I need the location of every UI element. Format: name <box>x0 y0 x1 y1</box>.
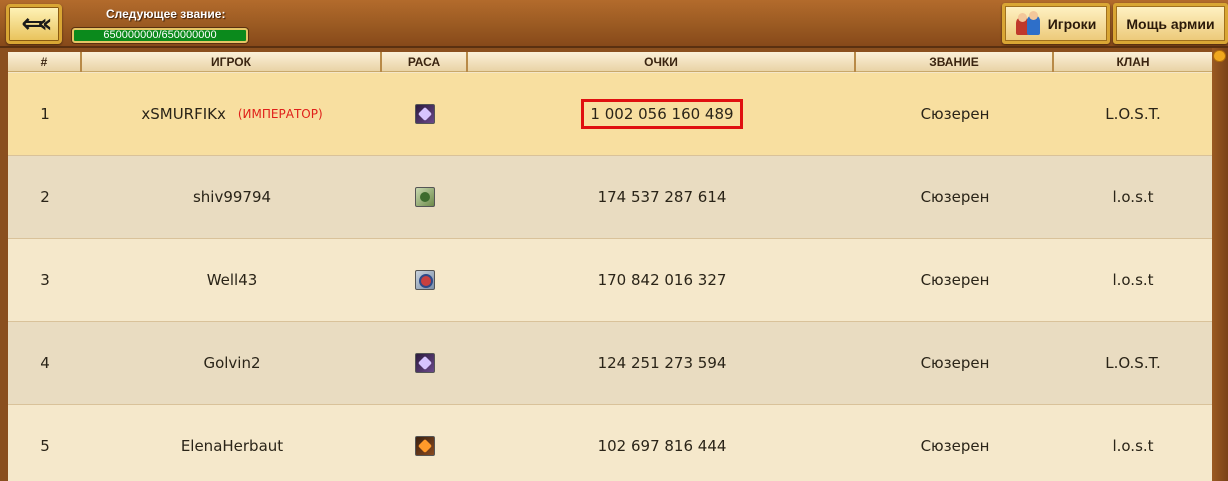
clan-name[interactable]: l.o.s.t <box>1054 239 1212 321</box>
race-icon <box>415 353 435 373</box>
row-number: 1 <box>40 105 50 123</box>
score-value: 174 537 287 614 <box>597 188 727 206</box>
player-cell[interactable]: Golvin2 <box>82 322 382 404</box>
column-header-clan: КЛАН <box>1116 55 1150 69</box>
top-bar: ⇐‹‹ Следующее звание: 650000000/65000000… <box>0 0 1228 48</box>
score-cell: 124 251 273 594 <box>468 322 856 404</box>
score-cell: 170 842 016 327 <box>468 239 856 321</box>
row-number: 5 <box>40 437 50 455</box>
rank-title: Сюзерен <box>920 105 990 123</box>
row-number: 3 <box>40 271 50 289</box>
column-header-player: ИГРОК <box>82 52 382 72</box>
clan-name[interactable]: L.O.S.T. <box>1054 73 1212 155</box>
score-value: 170 842 016 327 <box>597 271 727 289</box>
table-row[interactable]: 4 Golvin2 124 251 273 594 Сюзерен L.O.S.T. <box>8 322 1212 405</box>
rank-title: Сюзерен <box>920 271 990 289</box>
rank-title: Сюзерен <box>920 354 990 372</box>
rank-progress-bar: 650000000/650000000 <box>72 28 248 43</box>
column-header-rank: ЗВАНИЕ <box>856 52 1054 72</box>
score-cell: 1 002 056 160 489 <box>468 73 856 155</box>
race-cell <box>382 156 468 238</box>
player-title: (ИМПЕРАТОР) <box>237 107 323 121</box>
next-rank-panel: Следующее звание: 650000000/650000000 <box>72 4 252 44</box>
race-cell <box>382 322 468 404</box>
army-power-button-label: Мощь армии <box>1126 15 1215 32</box>
player-cell[interactable]: shiv99794 <box>82 156 382 238</box>
table-row[interactable]: 2 shiv99794 174 537 287 614 Сюзерен l.o.s.t <box>8 156 1212 239</box>
score-value: 102 697 816 444 <box>597 437 727 455</box>
race-cell <box>382 239 468 321</box>
score-cell: 102 697 816 444 <box>468 405 856 481</box>
player-cell[interactable]: xSMURFIKx (ИМПЕРАТОР) <box>82 73 382 155</box>
players-button-label: Игроки <box>1047 15 1097 32</box>
scrollbar-track[interactable] <box>1212 48 1228 481</box>
next-rank-label: Следующее звание: <box>106 7 226 21</box>
table-header: # ИГРОК РАСА ОЧКИ ЗВАНИЕ КЛАН <box>8 52 1212 72</box>
player-name[interactable]: Well43 <box>207 271 258 289</box>
back-arrow-icon: ⇐‹‹ <box>21 9 52 39</box>
race-icon <box>415 187 435 207</box>
rank-title: Сюзерен <box>920 437 990 455</box>
player-cell[interactable]: ElenaHerbaut <box>82 405 382 481</box>
table-row[interactable]: 1 xSMURFIKx (ИМПЕРАТОР) 1 002 056 160 489 Сю… <box>8 73 1212 156</box>
column-header-race: РАСА <box>382 52 468 72</box>
scrollbar-thumb[interactable] <box>1213 50 1226 62</box>
rank-title: Сюзерен <box>920 188 990 206</box>
table-row[interactable]: 5 ElenaHerbaut 102 697 816 444 Сюзерен l.o.s… <box>8 405 1212 481</box>
army-power-button[interactable]: Мощь армии <box>1113 3 1228 44</box>
back-button[interactable]: ⇐‹‹ <box>6 4 62 44</box>
rank-progress-text: 650000000/650000000 <box>103 29 217 41</box>
clan-name[interactable]: l.o.s.t <box>1054 156 1212 238</box>
player-name[interactable]: ElenaHerbaut <box>181 437 283 455</box>
players-button[interactable]: Игроки <box>1002 3 1110 44</box>
column-header-score: ОЧКИ <box>468 52 856 72</box>
race-icon <box>415 270 435 290</box>
row-number: 4 <box>40 354 50 372</box>
race-icon <box>415 436 435 456</box>
clan-name[interactable]: L.O.S.T. <box>1054 322 1212 404</box>
race-cell <box>382 73 468 155</box>
players-icon <box>1015 10 1042 35</box>
player-name[interactable]: Golvin2 <box>203 354 260 372</box>
score-value: 124 251 273 594 <box>597 354 727 372</box>
clan-name[interactable]: l.o.s.t <box>1054 405 1212 481</box>
player-cell[interactable]: Well43 <box>82 239 382 321</box>
race-icon <box>415 104 435 124</box>
score-value: 1 002 056 160 489 <box>581 99 743 129</box>
table-row[interactable]: 3 Well43 170 842 016 327 Сюзерен l.o.s.t <box>8 239 1212 322</box>
row-number: 2 <box>40 188 50 206</box>
player-name[interactable]: xSMURFIKx <box>141 105 226 123</box>
race-cell <box>382 405 468 481</box>
column-header-number: # <box>8 52 82 72</box>
player-name[interactable]: shiv99794 <box>193 188 271 206</box>
score-cell: 174 537 287 614 <box>468 156 856 238</box>
leaderboard-table: # ИГРОК РАСА ОЧКИ ЗВАНИЕ КЛАН 1 xSMURFIKx… <box>8 52 1212 481</box>
